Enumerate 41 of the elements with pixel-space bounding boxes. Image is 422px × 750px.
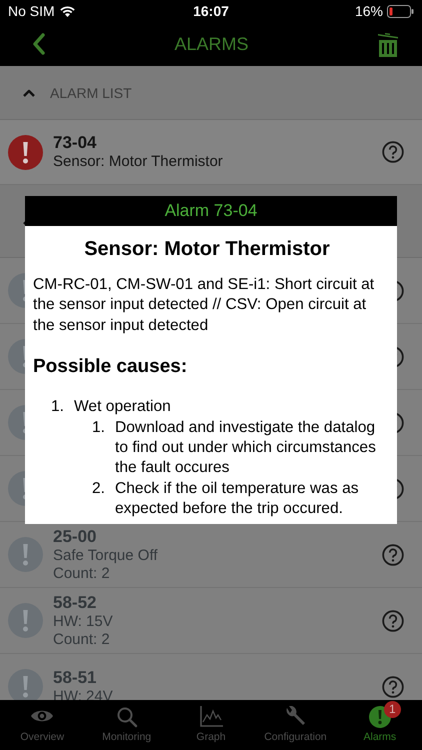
list-number: 1. [92,418,106,438]
alarm-icon [8,134,43,170]
dialog-heading: Sensor: Motor Thermistor [83,237,331,261]
alarm-code: 73-04 [53,133,98,153]
battery-icon [387,4,414,18]
alarm-count: Count: 2 [53,630,111,648]
description-text: CM-RC-01, CM-SW-01 and SE-i1: Short circuit at the sensor input detected // CSV: Open circuit at the sensor input detected [33,275,376,336]
clock-time: 16:07 [193,3,229,19]
screen-title: ALARMS [174,34,249,54]
tab-button[interactable]: Configuration [253,700,338,750]
tab-button[interactable]: Graph [168,700,254,750]
trash-icon[interactable] [377,31,399,57]
alarm-icon [8,603,43,638]
help-icon[interactable] [382,141,404,163]
list-item-text: Check if the oil temperature was as expected before the trip occured. [115,478,360,520]
causes-heading: Possible causes: [33,356,188,378]
search-icon [114,706,139,728]
tab-button[interactable]: Monitoring [84,700,169,750]
alarm-description: Safe Torque Off [53,546,159,564]
alarm-icon [8,669,43,700]
wifi-icon [58,5,76,17]
list-number: 2. [92,478,106,499]
alarm-icon [8,537,43,572]
alarm-description: Sensor: Motor Thermistor [53,153,224,171]
list-item-text: Download and investigate the datalog to find out under which circumstances the fault occures [115,418,377,478]
back-icon[interactable] [32,33,46,55]
alarm-code: 58-51 [53,668,98,688]
section-title: ALARM LIST [50,84,132,100]
count-badge: 1 [384,701,401,718]
tab-button[interactable]: 1 Alarms [338,700,422,750]
alarm-description: HW: 15V [53,612,114,630]
carrier-label: No SIM [8,3,55,19]
list-item-text: Wet operation [74,397,172,418]
tab-button[interactable]: Overview [0,700,84,750]
alarm-count: Count: 2 [53,564,111,582]
alarm-code: 25-00 [53,526,98,546]
dialog-title: Alarm 73-04 [25,196,397,226]
battery-percent: 16% [354,3,383,19]
list-number: 1. [51,397,66,418]
line-chart-icon [199,706,224,728]
alarm-code: 58-52 [53,592,98,612]
